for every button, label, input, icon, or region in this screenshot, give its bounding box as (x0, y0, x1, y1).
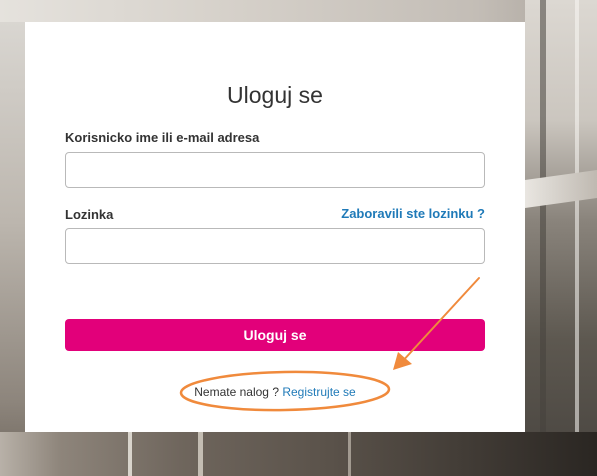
background-right-stripe (540, 0, 546, 476)
background-left-strip (0, 22, 25, 476)
background-right-panel (525, 0, 597, 476)
background-post (128, 432, 132, 476)
register-row: Nemate nalog ? Registrujte se (25, 385, 525, 399)
login-button[interactable]: Uloguj se (65, 319, 485, 351)
page-title: Uloguj se (227, 82, 323, 108)
background-bottom (0, 432, 597, 476)
background-post (198, 432, 203, 476)
register-link[interactable]: Registrujte se (282, 385, 355, 399)
password-label: Lozinka (65, 207, 114, 222)
background-top-band (0, 0, 597, 22)
no-account-text: Nemate nalog ? (194, 385, 279, 399)
background-post (348, 432, 351, 476)
forgot-password-link[interactable]: Zaboravili ste lozinku ? (341, 206, 485, 221)
login-card: Uloguj se Korisnicko ime ili e-mail adre… (25, 22, 525, 432)
username-input[interactable] (65, 152, 485, 188)
password-input[interactable] (65, 228, 485, 264)
username-label: Korisnicko ime ili e-mail adresa (65, 130, 260, 145)
background-right-stripe (575, 0, 579, 476)
